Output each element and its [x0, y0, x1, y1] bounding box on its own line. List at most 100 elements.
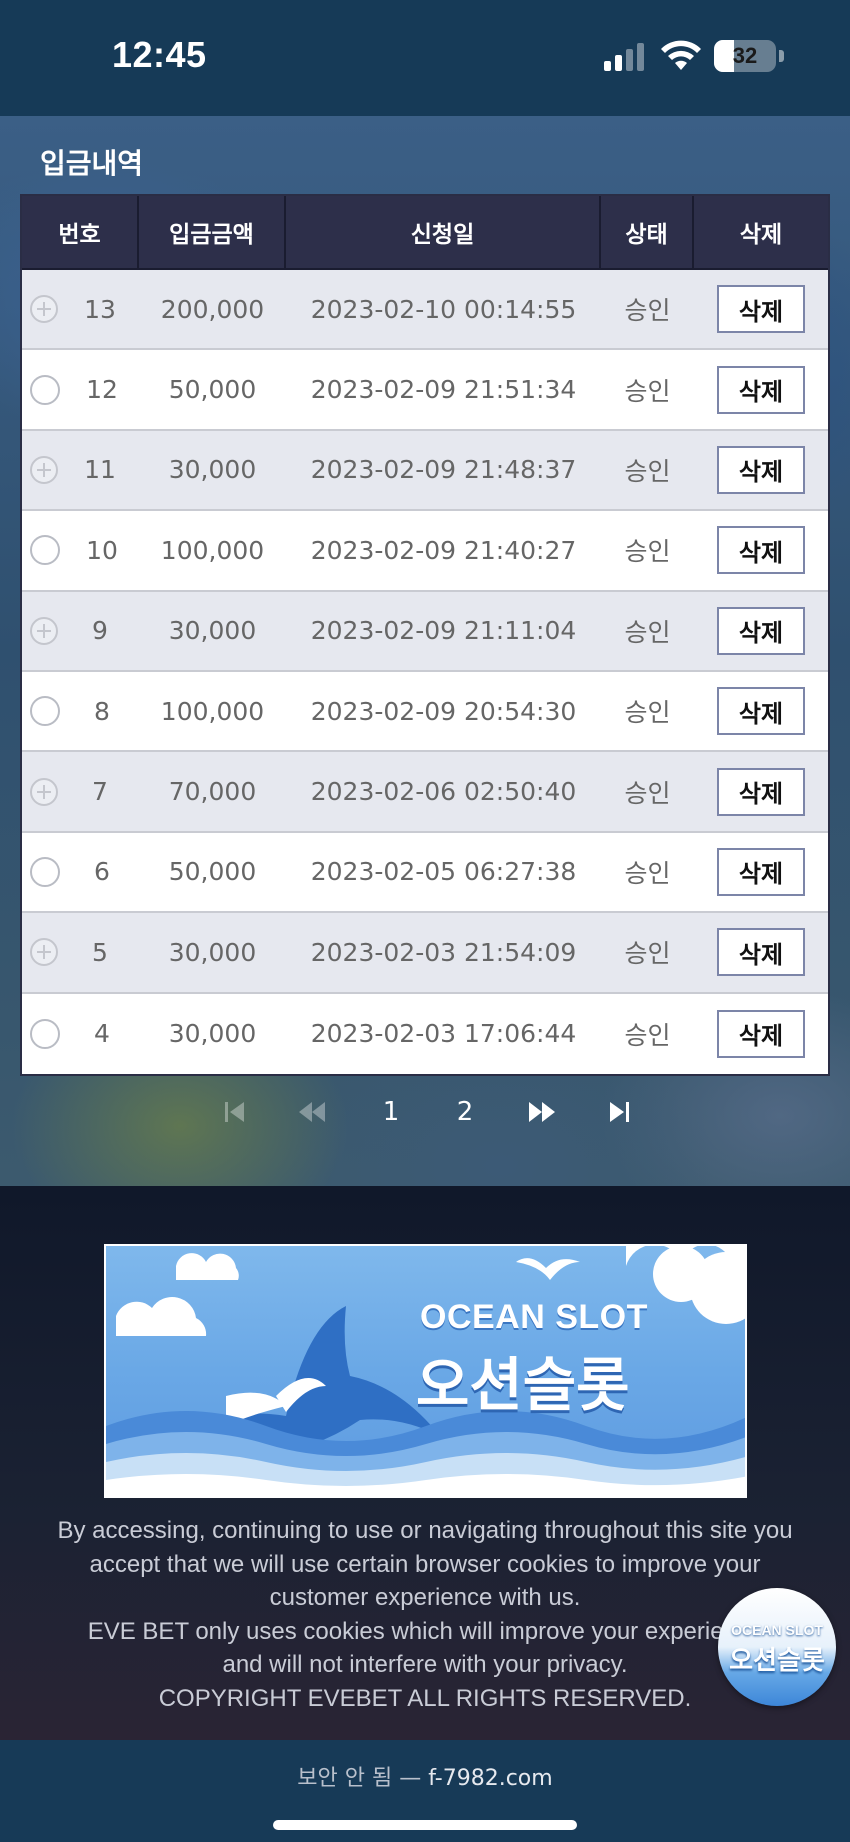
table-row: 12 50,000 2023-02-09 21:51:34 승인 삭제 — [22, 350, 828, 431]
status-bar: 12:45 32 — [0, 0, 850, 116]
amount-cell: 100,000 — [160, 696, 265, 726]
status-cell: 승인 — [624, 376, 671, 406]
battery-percent: 32 — [732, 43, 758, 68]
amount-cell: 100,000 — [160, 535, 265, 565]
plus-circle-icon[interactable] — [30, 295, 58, 324]
footer-line: customer experience with us. — [269, 1584, 581, 1611]
number-cell: 12 — [22, 350, 139, 428]
battery-nub — [779, 50, 784, 62]
plus-circle-icon[interactable] — [30, 455, 58, 484]
banner-title-en: OCEAN SLOT — [420, 1298, 648, 1336]
table-row: 4 30,000 2023-02-03 17:06:44 승인 삭제 — [22, 993, 828, 1074]
status-cell: 승인 — [624, 456, 671, 486]
delete-button[interactable]: 삭제 — [717, 526, 805, 575]
row-number: 9 — [92, 616, 108, 646]
header-delete: 삭제 — [739, 222, 783, 248]
skip-to-last-icon[interactable] — [602, 1090, 636, 1134]
wifi-icon — [661, 40, 701, 70]
deposit-history-table: 번호 입금금액 신청일 상태 삭제 13 200,000 2023-02-10 00… — [20, 194, 830, 1076]
delete-cell: 삭제 — [694, 350, 828, 428]
floating-ocean-slot-button[interactable]: OCEAN SLOT 오션슬롯 — [718, 1588, 836, 1706]
amount-cell: 30,000 — [168, 1019, 257, 1049]
not-secure-label: 보안 안 됨 — — [297, 1766, 422, 1791]
delete-button[interactable]: 삭제 — [717, 847, 805, 896]
status-cell: 승인 — [624, 617, 671, 647]
date-cell: 2023-02-06 02:50:40 — [310, 777, 577, 807]
float-title-en: OCEAN SLOT — [731, 1622, 823, 1638]
date-cell: 2023-02-10 00:14:55 — [310, 294, 577, 324]
delete-cell: 삭제 — [694, 431, 828, 509]
plus-circle-icon[interactable] — [30, 777, 58, 806]
date-cell: 2023-02-09 21:40:27 — [310, 535, 577, 565]
amount-cell: 200,000 — [160, 294, 265, 324]
row-number: 13 — [84, 294, 116, 324]
delete-button[interactable]: 삭제 — [717, 606, 805, 655]
number-cell: 8 — [22, 672, 139, 750]
fast-forward-icon[interactable] — [524, 1090, 560, 1134]
row-number: 12 — [86, 375, 118, 405]
table-row: 13 200,000 2023-02-10 00:14:55 승인 삭제 — [22, 270, 828, 351]
delete-button[interactable]: 삭제 — [717, 445, 805, 494]
radio-icon[interactable] — [30, 535, 60, 566]
row-number: 7 — [92, 777, 108, 807]
table-body: 13 200,000 2023-02-10 00:14:55 승인 삭제 12 50,000… — [22, 270, 828, 1074]
number-cell: 5 — [22, 913, 139, 991]
delete-button[interactable]: 삭제 — [717, 767, 805, 816]
plus-circle-icon[interactable] — [30, 616, 58, 645]
row-number: 8 — [94, 696, 110, 726]
browser-url-bar[interactable]: 보안 안 됨 — f-7982.com — [0, 1740, 850, 1842]
amount-cell: 30,000 — [168, 937, 257, 967]
status-cell: 승인 — [624, 296, 671, 326]
row-number: 4 — [94, 1019, 110, 1049]
delete-button[interactable]: 삭제 — [717, 1009, 805, 1058]
page-1[interactable]: 1 — [374, 1090, 408, 1134]
page-2[interactable]: 2 — [448, 1090, 482, 1134]
table-row: 8 100,000 2023-02-09 20:54:30 승인 삭제 — [22, 671, 828, 753]
rewind-icon[interactable] — [294, 1090, 330, 1134]
status-cell: 승인 — [624, 778, 671, 808]
url-text[interactable]: 보안 안 됨 — f-7982.com — [0, 1760, 850, 1792]
status-cell: 승인 — [624, 858, 671, 888]
number-cell: 9 — [22, 592, 139, 670]
radio-icon[interactable] — [30, 696, 60, 727]
header-amount: 입금금액 — [139, 196, 286, 268]
number-cell: 11 — [22, 431, 139, 509]
date-cell: 2023-02-09 20:54:30 — [310, 696, 577, 726]
table-row: 5 30,000 2023-02-03 21:54:09 승인 삭제 — [22, 913, 828, 994]
table-header: 번호 입금금액 신청일 상태 삭제 — [22, 196, 828, 270]
delete-button[interactable]: 삭제 — [717, 285, 805, 334]
delete-button[interactable]: 삭제 — [717, 687, 805, 736]
number-cell: 13 — [22, 270, 139, 348]
plus-circle-icon[interactable] — [30, 938, 58, 967]
url-domain: f-7982.com — [428, 1766, 553, 1791]
table-row: 6 50,000 2023-02-05 06:27:38 승인 삭제 — [22, 832, 828, 914]
footer-line: By accessing, continuing to use or navig… — [57, 1517, 793, 1544]
delete-button[interactable]: 삭제 — [717, 365, 805, 414]
cellular-signal-icon — [604, 43, 644, 71]
radio-icon[interactable] — [30, 1018, 60, 1049]
amount-cell: 50,000 — [168, 857, 257, 887]
table-row: 11 30,000 2023-02-09 21:48:37 승인 삭제 — [22, 430, 828, 512]
footer-notice: By accessing, continuing to use or navig… — [0, 1514, 850, 1715]
radio-icon[interactable] — [30, 856, 60, 887]
footer-line: accept that we will use certain browser … — [89, 1550, 761, 1578]
delete-button[interactable]: 삭제 — [717, 928, 805, 977]
skip-to-first-icon[interactable] — [218, 1090, 252, 1134]
header-date: 신청일 — [286, 196, 601, 268]
date-cell: 2023-02-03 21:54:09 — [310, 937, 577, 967]
number-cell: 7 — [22, 752, 139, 830]
number-cell: 6 — [22, 833, 139, 911]
delete-cell: 삭제 — [694, 592, 828, 670]
home-indicator[interactable] — [273, 1820, 577, 1830]
header-number: 번호 — [22, 196, 139, 268]
radio-icon[interactable] — [30, 374, 60, 405]
row-number: 10 — [86, 535, 118, 565]
banner-title-ko: 오션슬롯 — [416, 1351, 630, 1419]
delete-cell: 삭제 — [694, 672, 828, 750]
ocean-slot-banner[interactable]: OCEAN SLOT 오션슬롯 — [104, 1244, 747, 1498]
number-cell: 10 — [22, 511, 139, 589]
delete-cell: 삭제 — [694, 994, 828, 1074]
table-row: 7 70,000 2023-02-06 02:50:40 승인 삭제 — [22, 752, 828, 833]
header-status: 상태 — [601, 196, 694, 268]
date-cell: 2023-02-03 17:06:44 — [310, 1019, 577, 1049]
